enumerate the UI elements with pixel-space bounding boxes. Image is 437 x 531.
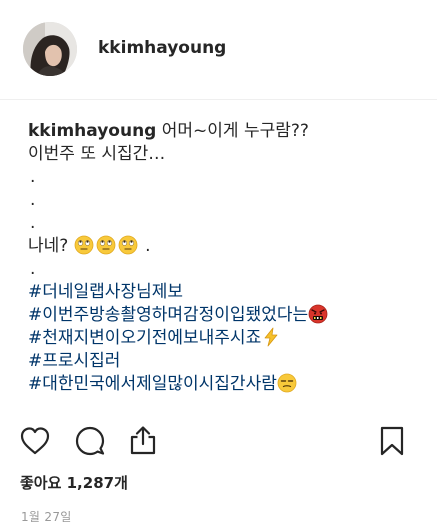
likes-count[interactable]: 좋아요 1,287개 [20, 472, 128, 493]
comment-icon[interactable] [74, 425, 106, 461]
instagram-post: kkimhayoung kkimhayoung 어머~이게 누구람?? 이번주 … [0, 0, 437, 531]
caption-username[interactable]: kkimhayoung [28, 121, 156, 141]
bookmark-icon[interactable] [378, 425, 406, 461]
caption-text: 나네? [28, 236, 69, 256]
swearing-face-emoji [308, 304, 328, 331]
caption-dot: . [30, 190, 36, 210]
heart-icon[interactable] [19, 425, 51, 461]
face-with-rolling-eyes-emoji [96, 235, 116, 262]
face-with-rolling-eyes-emoji [74, 235, 94, 262]
avatar[interactable] [23, 22, 77, 76]
hashtag-link[interactable]: #이번주방송촬영하며감정이입됐었다는 [28, 305, 308, 325]
face-with-rolling-eyes-emoji [118, 235, 138, 262]
post-caption: kkimhayoung 어머~이게 누구람?? 이번주 또 시집간… . . .… [28, 120, 418, 396]
caption-text: 어머~이게 누구람?? [156, 121, 309, 141]
post-header: kkimhayoung [0, 0, 437, 100]
hashtag-link[interactable]: #프로시집러 [28, 351, 120, 371]
post-date[interactable]: 1월 27일 [21, 508, 72, 525]
caption-dot: . [30, 167, 36, 187]
post-actions [0, 425, 437, 465]
hashtag-link[interactable]: #더네일랩사장님제보 [28, 282, 183, 302]
caption-dot: . [30, 213, 36, 233]
post-username[interactable]: kkimhayoung [98, 38, 226, 58]
hashtag-link[interactable]: #대한민국에서제일많이시집간사람 [28, 374, 277, 394]
unamused-face-emoji [277, 373, 297, 400]
caption-dot: . [145, 236, 151, 256]
hashtag-link[interactable]: #천재지변이오기전에보내주시죠 [28, 328, 261, 348]
high-voltage-emoji [261, 327, 281, 354]
caption-line: 이번주 또 시집간… [28, 144, 166, 164]
share-icon[interactable] [128, 425, 158, 461]
caption-nane-line: 나네? . [28, 235, 418, 258]
